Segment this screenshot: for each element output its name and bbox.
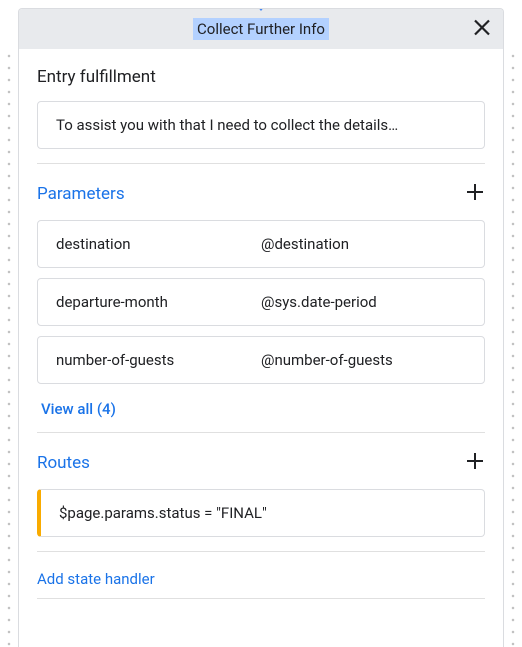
route-condition: $page.params.status = "FINAL"	[59, 504, 267, 522]
entry-fulfillment-section: Entry fulfillment To assist you with tha…	[37, 49, 485, 164]
add-parameter-icon[interactable]	[465, 182, 485, 206]
parameter-name: departure-month	[56, 293, 261, 311]
close-icon[interactable]	[473, 19, 491, 40]
routes-section: Routes $page.params.status = "FINAL"	[37, 433, 485, 552]
entry-fulfillment-title: Entry fulfillment	[37, 67, 485, 87]
canvas-dots-right	[510, 50, 516, 647]
incoming-arrow-icon	[253, 8, 269, 11]
parameter-row[interactable]: number-of-guests @number-of-guests	[37, 336, 485, 384]
add-state-handler-link[interactable]: Add state handler	[37, 552, 485, 599]
parameter-row[interactable]: departure-month @sys.date-period	[37, 278, 485, 326]
parameter-row[interactable]: destination @destination	[37, 220, 485, 268]
panel-header: Collect Further Info	[19, 9, 503, 49]
parameter-name: number-of-guests	[56, 351, 261, 369]
page-panel: Collect Further Info Entry fulfillment T…	[18, 8, 504, 647]
parameter-entity: @destination	[261, 235, 466, 253]
parameter-name: destination	[56, 235, 261, 253]
page-title[interactable]: Collect Further Info	[193, 18, 329, 40]
routes-title[interactable]: Routes	[37, 453, 90, 473]
entry-fulfillment-text[interactable]: To assist you with that I need to collec…	[37, 101, 485, 149]
parameter-entity: @sys.date-period	[261, 293, 466, 311]
route-row[interactable]: $page.params.status = "FINAL"	[37, 489, 485, 537]
parameters-section: Parameters destination @destination depa…	[37, 164, 485, 433]
panel-content: Entry fulfillment To assist you with tha…	[19, 49, 503, 599]
view-all-parameters-link[interactable]: View all (4)	[37, 400, 485, 418]
parameter-entity: @number-of-guests	[261, 351, 466, 369]
add-route-icon[interactable]	[465, 451, 485, 475]
canvas-dots-left	[6, 50, 12, 647]
parameters-title[interactable]: Parameters	[37, 184, 125, 204]
